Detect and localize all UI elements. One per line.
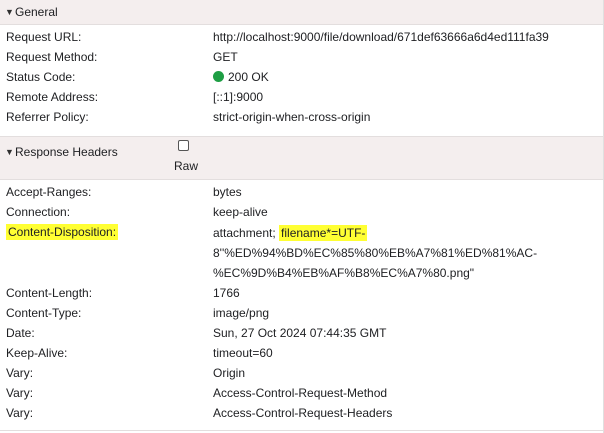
header-value: http://localhost:9000/file/download/671d… xyxy=(213,30,549,44)
general-row-remote-address: Remote Address: [::1]:9000 xyxy=(0,87,603,107)
content-disposition-value: attachment; filename*=UTF- 8''%ED%94%BD%… xyxy=(213,223,537,283)
raw-checkbox[interactable] xyxy=(178,140,189,151)
header-name: Vary: xyxy=(6,366,34,380)
general-row-request-url: Request URL: http://localhost:9000/file/… xyxy=(0,27,603,47)
header-value: Access-Control-Request-Headers xyxy=(213,406,393,420)
header-value: bytes xyxy=(213,185,242,199)
header-name: Accept-Ranges: xyxy=(6,185,92,199)
content-disposition-line-3: %EC%9D%B4%EB%AF%B8%EC%A7%80.png" xyxy=(213,266,475,280)
header-value: Origin xyxy=(213,366,246,380)
response-row-vary: Vary: Access-Control-Request-Headers xyxy=(0,403,603,423)
header-name: Content-Type: xyxy=(6,306,82,320)
header-value: strict-origin-when-cross-origin xyxy=(213,110,371,124)
general-section-title[interactable]: General xyxy=(15,5,58,19)
highlighted-header-name: Content-Disposition: xyxy=(6,224,119,240)
response-row-keep-alive: Keep-Alive: timeout=60 xyxy=(0,343,603,363)
header-value: Sun, 27 Oct 2024 07:44:35 GMT xyxy=(213,326,387,340)
content-disposition-line-1: attachment; filename*=UTF- xyxy=(213,223,537,243)
content-disposition-line-2: 8''%ED%94%BD%EC%85%80%EB%A7%81%ED%81%AC- xyxy=(213,246,538,260)
general-section-header[interactable]: ▼ General xyxy=(0,0,603,25)
content-disposition-prefix: attachment; xyxy=(213,226,280,240)
header-name: Remote Address: xyxy=(6,90,99,104)
general-row-status-code: Status Code: 200 OK xyxy=(0,67,603,87)
response-row-connection: Connection: keep-alive xyxy=(0,202,603,222)
header-name: Keep-Alive: xyxy=(6,346,68,360)
response-row-accept-ranges: Accept-Ranges: bytes xyxy=(0,182,603,202)
header-value: 1766 xyxy=(213,286,240,300)
header-name: Vary: xyxy=(6,406,34,420)
header-name: Content-Disposition: xyxy=(6,224,119,240)
general-row-request-method: Request Method: GET xyxy=(0,47,603,67)
header-name: Request Method: xyxy=(6,50,98,64)
header-value: image/png xyxy=(213,306,270,320)
header-name: Vary: xyxy=(6,386,34,400)
highlighted-filename: filename*=UTF- xyxy=(279,225,368,241)
section-divider xyxy=(0,430,603,431)
response-row-date: Date: Sun, 27 Oct 2024 07:44:35 GMT xyxy=(0,323,603,343)
response-headers-section-title[interactable]: Response Headers xyxy=(15,145,118,159)
headers-panel: ▼ General Request URL: http://localhost:… xyxy=(0,0,604,433)
header-name: Date: xyxy=(6,326,35,340)
header-value: [::1]:9000 xyxy=(213,90,264,104)
response-row-vary: Vary: Access-Control-Request-Method xyxy=(0,383,603,403)
raw-label[interactable]: Raw xyxy=(174,159,198,173)
response-row-content-length: Content-Length: 1766 xyxy=(0,283,603,303)
triangle-down-icon[interactable]: ▼ xyxy=(5,147,14,157)
general-row-referrer-policy: Referrer Policy: strict-origin-when-cros… xyxy=(0,107,603,127)
status-code-value: 200 OK xyxy=(213,70,269,84)
triangle-down-icon[interactable]: ▼ xyxy=(5,7,14,17)
response-row-vary: Vary: Origin xyxy=(0,363,603,383)
header-name: Content-Length: xyxy=(6,286,93,300)
header-name: Request URL: xyxy=(6,30,82,44)
status-code-text: 200 OK xyxy=(228,70,269,84)
header-value: timeout=60 xyxy=(213,346,273,360)
header-value: Access-Control-Request-Method xyxy=(213,386,388,400)
response-row-content-type: Content-Type: image/png xyxy=(0,303,603,323)
header-value: GET xyxy=(213,50,238,64)
status-dot-icon xyxy=(213,71,224,82)
header-name: Referrer Policy: xyxy=(6,110,89,124)
header-name: Status Code: xyxy=(6,70,76,84)
header-name: Connection: xyxy=(6,205,71,219)
header-value: keep-alive xyxy=(213,205,268,219)
response-headers-section-header[interactable]: ▼ Response Headers Raw xyxy=(0,136,603,180)
